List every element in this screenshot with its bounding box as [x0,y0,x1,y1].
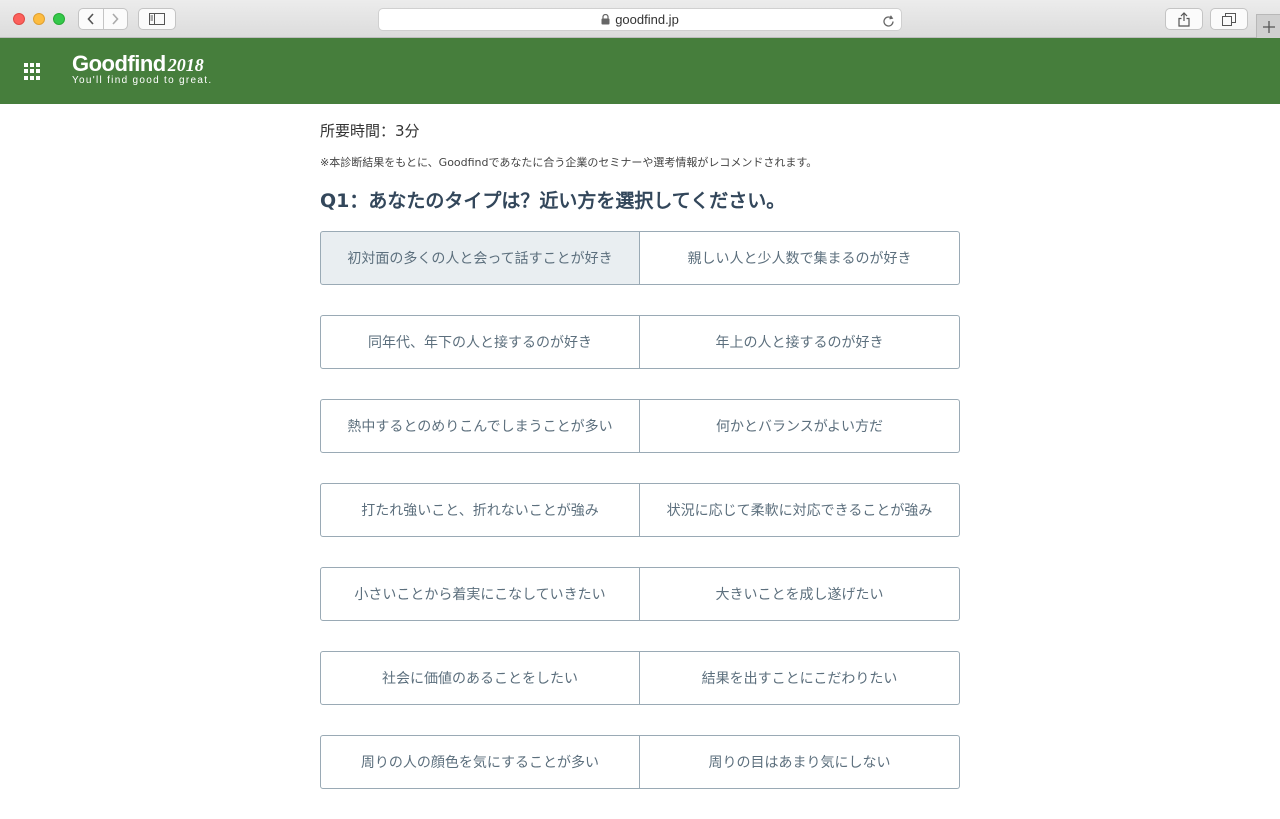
choice-option-right[interactable]: 結果を出すことにこだわりたい [640,651,960,705]
choice-option-right[interactable]: 親しい人と少人数で集まるのが好き [640,231,960,285]
share-button[interactable] [1165,8,1203,30]
new-tab-button[interactable] [1256,14,1280,38]
diagnosis-content: 所要時間：3分 ※本診断結果をもとに、Goodfindであなたに合う企業のセミナ… [320,104,960,819]
close-window-button[interactable] [13,13,25,25]
url-text: goodfind.jp [615,12,679,27]
choice-row: 小さいことから着実にこなしていきたい 大きいことを成し遂げたい [320,567,960,621]
share-icon [1178,11,1190,27]
choice-row: 初対面の多くの人と会って話すことが好き 親しい人と少人数で集まるのが好き [320,231,960,285]
choice-row: 打たれ強いこと、折れないことが強み 状況に応じて柔軟に対応できることが強み [320,483,960,537]
reload-icon[interactable] [882,13,895,32]
tabs-icon [1222,12,1236,26]
choice-option-right[interactable]: 大きいことを成し遂げたい [640,567,960,621]
choice-option-left[interactable]: 熱中するとのめりこんでしまうことが多い [320,399,640,453]
minimize-window-button[interactable] [33,13,45,25]
logo-tagline: You'll find good to great. [72,75,213,86]
choice-row: 同年代、年下の人と接するのが好き 年上の人と接するのが好き [320,315,960,369]
choice-row: 社会に価値のあることをしたい 結果を出すことにこだわりたい [320,651,960,705]
choice-row: 周りの人の顔色を気にすることが多い 周りの目はあまり気にしない [320,735,960,789]
question-title: Q1：あなたのタイプは？近い方を選択してください。 [320,190,786,212]
choice-option-right[interactable]: 周りの目はあまり気にしない [640,735,960,789]
grid-menu-icon[interactable] [24,63,41,80]
forward-button[interactable] [102,9,127,29]
logo-name: Goodfind [72,51,166,76]
plus-icon [1262,20,1275,33]
choice-option-left[interactable]: 社会に価値のあることをしたい [320,651,640,705]
note-text: ※本診断結果をもとに、Goodfindであなたに合う企業のセミナーや選考情報がレ… [320,156,818,169]
choice-option-left[interactable]: 打たれ強いこと、折れないことが強み [320,483,640,537]
choice-option-left[interactable]: 周りの人の顔色を気にすることが多い [320,735,640,789]
choice-option-left[interactable]: 初対面の多くの人と会って話すことが好き [320,231,640,285]
browser-toolbar: goodfind.jp [0,0,1280,38]
choice-option-left[interactable]: 小さいことから着実にこなしていきたい [320,567,640,621]
lock-icon [601,14,610,25]
choice-option-right[interactable]: 年上の人と接するのが好き [640,315,960,369]
duration-text: 所要時間：3分 [320,122,420,140]
zoom-window-button[interactable] [53,13,65,25]
chevron-left-icon [87,13,94,25]
back-button[interactable] [79,9,103,29]
site-header: Goodfind 2018 You'll find good to great. [0,38,1280,104]
choice-list: 初対面の多くの人と会って話すことが好き 親しい人と少人数で集まるのが好き 同年代… [320,231,960,789]
choice-option-right[interactable]: 状況に応じて柔軟に対応できることが強み [640,483,960,537]
logo-year: 2018 [167,55,204,75]
show-tabs-button[interactable] [1210,8,1248,30]
sidebar-toggle-button[interactable] [138,8,176,30]
choice-option-right[interactable]: 何かとバランスがよい方だ [640,399,960,453]
address-bar[interactable]: goodfind.jp [378,8,902,31]
chevron-right-icon [112,13,120,25]
choice-row: 熱中するとのめりこんでしまうことが多い 何かとバランスがよい方だ [320,399,960,453]
choice-option-left[interactable]: 同年代、年下の人と接するのが好き [320,315,640,369]
site-logo[interactable]: Goodfind 2018 You'll find good to great. [72,51,212,86]
history-nav [78,8,128,30]
sidebar-icon [149,13,165,25]
